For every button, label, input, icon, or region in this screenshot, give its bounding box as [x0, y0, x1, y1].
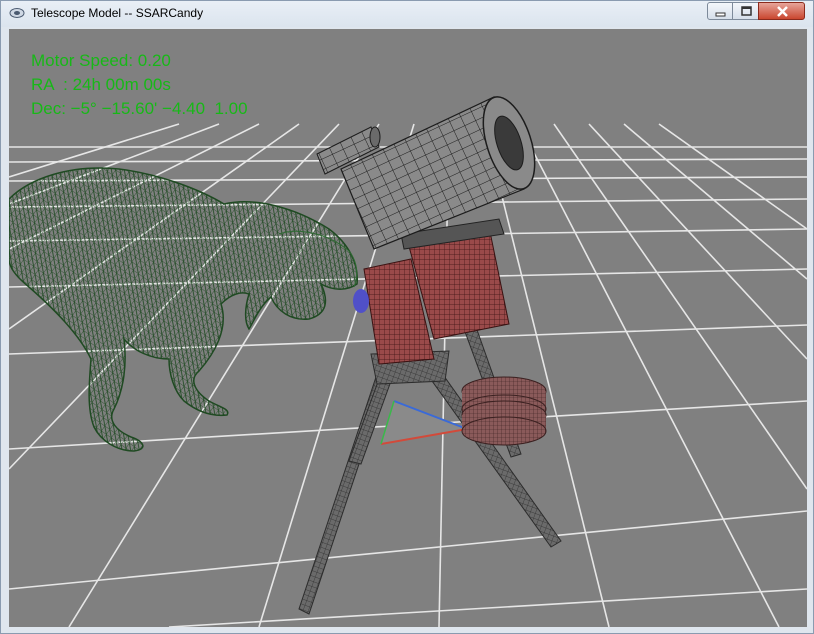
minimize-button[interactable] — [707, 2, 733, 20]
3d-viewport[interactable]: Motor Speed: 0.20 RA : 24h 00m 00s Dec: … — [9, 29, 807, 627]
ra-readout: RA : 24h 00m 00s — [31, 75, 171, 94]
dinosaur-model — [9, 167, 358, 452]
app-icon — [9, 8, 25, 18]
motor-speed-readout: Motor Speed: 0.20 — [31, 51, 171, 70]
telescope-tube — [316, 96, 536, 250]
counterweights — [461, 376, 547, 446]
window-title: Telescope Model -- SSARCandy — [31, 6, 204, 20]
maximize-button[interactable] — [732, 2, 759, 20]
app-window: Telescope Model -- SSARCandy Motor Speed… — [0, 0, 814, 634]
title-bar[interactable]: Telescope Model -- SSARCandy — [1, 1, 813, 27]
hud-overlay: Motor Speed: 0.20 RA : 24h 00m 00s Dec: … — [31, 49, 248, 121]
maximize-icon — [741, 6, 752, 16]
dec-readout: Dec: −5° −15.60' −4.40 1.00 — [31, 99, 248, 118]
minimize-icon — [715, 12, 726, 17]
close-icon — [777, 6, 788, 17]
close-button[interactable] — [758, 2, 805, 20]
